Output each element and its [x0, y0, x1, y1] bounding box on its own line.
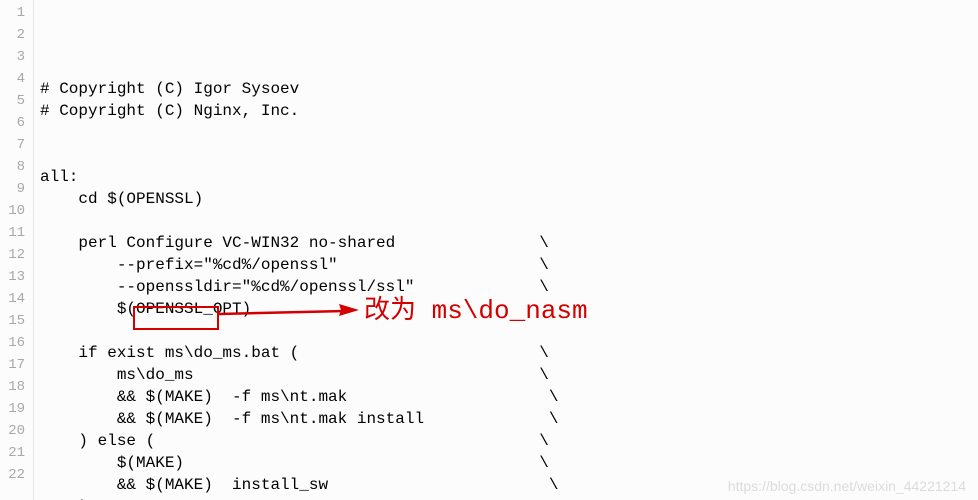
code-line: ): [40, 496, 978, 500]
line-number: 7: [0, 134, 33, 156]
line-number: 3: [0, 46, 33, 68]
code-line: && $(MAKE) -f ms\nt.mak install \: [40, 408, 978, 430]
code-line: $(MAKE) \: [40, 452, 978, 474]
code-line: all:: [40, 166, 978, 188]
code-line: [40, 210, 978, 232]
code-line: if exist ms\do_ms.bat ( \: [40, 342, 978, 364]
line-number: 12: [0, 244, 33, 266]
code-line: $(OPENSSL_OPT): [40, 298, 978, 320]
line-number: 1: [0, 2, 33, 24]
line-number: 19: [0, 398, 33, 420]
line-number: 2: [0, 24, 33, 46]
line-number-gutter: 12345678910111213141516171819202122: [0, 0, 34, 500]
line-number: 20: [0, 420, 33, 442]
code-line: ) else ( \: [40, 430, 978, 452]
code-line: [40, 122, 978, 144]
line-number: 18: [0, 376, 33, 398]
line-number: 15: [0, 310, 33, 332]
line-number: 13: [0, 266, 33, 288]
line-number: 5: [0, 90, 33, 112]
code-line: [40, 56, 978, 78]
code-line: --openssldir="%cd%/openssl/ssl" \: [40, 276, 978, 298]
code-line: [40, 144, 978, 166]
code-line: cd $(OPENSSL): [40, 188, 978, 210]
line-number: 8: [0, 156, 33, 178]
line-number: 9: [0, 178, 33, 200]
line-number: 10: [0, 200, 33, 222]
code-line: perl Configure VC-WIN32 no-shared \: [40, 232, 978, 254]
code-line: && $(MAKE) -f ms\nt.mak \: [40, 386, 978, 408]
code-line: --prefix="%cd%/openssl" \: [40, 254, 978, 276]
line-number: 4: [0, 68, 33, 90]
code-line: # Copyright (C) Igor Sysoev: [40, 78, 978, 100]
code-line: && $(MAKE) install_sw \: [40, 474, 978, 496]
line-number: 21: [0, 442, 33, 464]
code-area: # Copyright (C) Igor Sysoev# Copyright (…: [34, 0, 978, 500]
line-number: 16: [0, 332, 33, 354]
line-number: 14: [0, 288, 33, 310]
line-number: 22: [0, 464, 33, 486]
code-line: # Copyright (C) Nginx, Inc.: [40, 100, 978, 122]
line-number: 6: [0, 112, 33, 134]
code-line: [40, 320, 978, 342]
line-number: 11: [0, 222, 33, 244]
line-number: 17: [0, 354, 33, 376]
code-line: ms\do_ms \: [40, 364, 978, 386]
code-editor: 12345678910111213141516171819202122 # Co…: [0, 0, 978, 500]
